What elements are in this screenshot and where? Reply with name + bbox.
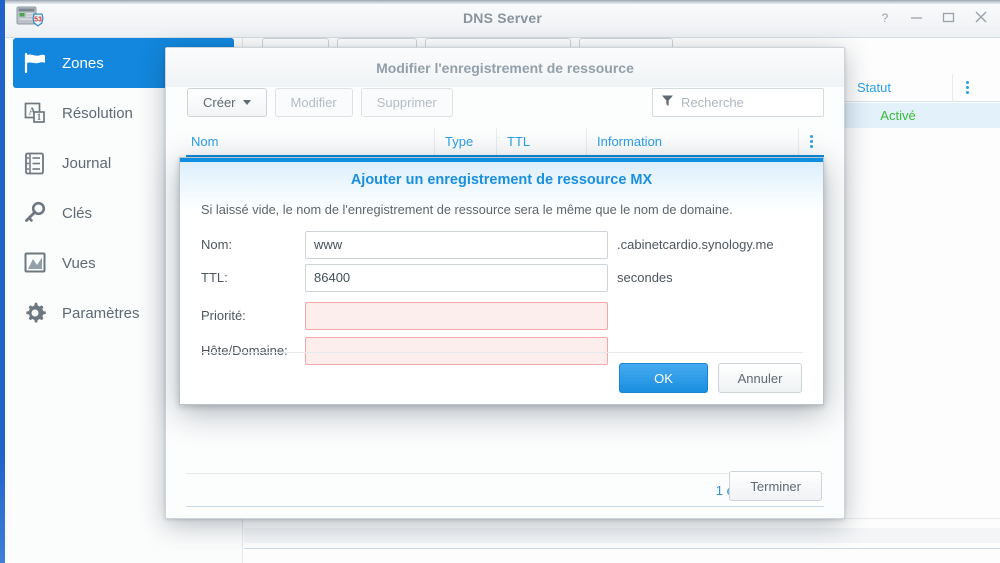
- ttl-label: TTL:: [180, 270, 305, 285]
- nom-label: Nom:: [180, 237, 305, 252]
- ajouter-mx-dialog: Ajouter un enregistrement de ressource M…: [179, 157, 824, 405]
- hote-domaine-field[interactable]: [305, 337, 608, 365]
- records-table-header: Nom Type TTL Information: [186, 128, 824, 156]
- record-toolbar: Créer Modifier Supprimer: [187, 88, 453, 117]
- nom-field[interactable]: [305, 231, 608, 259]
- mid-divider-1: [186, 473, 824, 474]
- priorite-label: Priorité:: [180, 308, 305, 323]
- key-icon: [22, 200, 48, 226]
- bg-filler-strip: [244, 528, 1000, 543]
- mid-divider-2: [186, 506, 824, 507]
- supprimer-button[interactable]: Supprimer: [361, 88, 453, 117]
- chevron-down-icon: [243, 100, 251, 105]
- form-row-priorite: Priorité:: [180, 299, 823, 332]
- flag-icon: [22, 50, 48, 76]
- search-placeholder: Recherche: [681, 95, 744, 110]
- kebab-menu-icon[interactable]: [798, 128, 824, 155]
- window-title: DNS Server: [5, 10, 1000, 26]
- sidebar-item-label: Résolution: [62, 105, 133, 122]
- window-titlebar: 53 DNS Server ?: [5, 0, 1000, 38]
- minimize-button[interactable]: [909, 9, 924, 25]
- search-input[interactable]: Recherche: [652, 88, 824, 117]
- creer-label: Créer: [203, 95, 236, 110]
- sidebar-item-label: Journal: [62, 155, 111, 172]
- cancel-button[interactable]: Annuler: [718, 363, 802, 393]
- column-header-information[interactable]: Information: [586, 128, 798, 155]
- mx-footer-divider: [200, 352, 803, 353]
- views-icon: [22, 250, 48, 276]
- help-button[interactable]: ?: [877, 9, 892, 25]
- svg-text:1: 1: [36, 112, 41, 122]
- gear-icon: [22, 300, 48, 326]
- sidebar-item-label: Paramètres: [62, 305, 140, 322]
- column-header-statut[interactable]: Statut: [844, 74, 952, 102]
- status-badge: Activé: [844, 103, 952, 128]
- journal-icon: [22, 150, 48, 176]
- column-header-ttl[interactable]: TTL: [496, 128, 586, 155]
- screen-root: 53 DNS Server ?: [0, 0, 1000, 563]
- bg-divider-2: [244, 548, 1000, 549]
- maximize-button[interactable]: [941, 9, 956, 25]
- svg-text:?: ?: [881, 11, 888, 24]
- priorite-field[interactable]: [305, 302, 608, 330]
- window-controls: ?: [877, 9, 988, 25]
- sidebar-item-label: Vues: [62, 255, 96, 272]
- modifier-button[interactable]: Modifier: [275, 88, 353, 117]
- resolution-icon: A 1: [22, 100, 48, 126]
- desktop-accent-stripe: [0, 0, 5, 563]
- ttl-field[interactable]: [305, 264, 608, 292]
- column-header-type[interactable]: Type: [434, 128, 496, 155]
- filter-icon: [661, 94, 674, 112]
- titlebar-top-edge: [5, 0, 1000, 4]
- sidebar-item-label: Clés: [62, 205, 92, 222]
- ttl-suffix: secondes: [617, 270, 673, 285]
- hote-domaine-label: Hôte/Domaine:: [180, 343, 305, 358]
- creer-button[interactable]: Créer: [187, 88, 267, 117]
- mx-dialog-title: Ajouter un enregistrement de ressource M…: [180, 172, 823, 188]
- form-row-nom: Nom: .cabinetcardio.synology.me: [180, 228, 823, 261]
- terminer-button[interactable]: Terminer: [729, 471, 822, 501]
- sidebar-item-label: Zones: [62, 55, 104, 72]
- form-row-ttl: TTL: secondes: [180, 261, 823, 294]
- close-button[interactable]: [973, 9, 988, 25]
- mx-dialog-description: Si laissé vide, le nom de l'enregistreme…: [201, 202, 733, 217]
- mx-form: Nom: .cabinetcardio.synology.me TTL: sec…: [180, 228, 823, 367]
- ok-button[interactable]: OK: [619, 363, 708, 393]
- kebab-menu-icon[interactable]: [952, 74, 982, 102]
- mx-dialog-buttons: OK Annuler: [619, 363, 802, 393]
- dialog-title: Modifier l'enregistrement de ressource: [166, 48, 844, 87]
- column-header-nom[interactable]: Nom: [186, 128, 434, 155]
- nom-suffix: .cabinetcardio.synology.me: [617, 237, 774, 252]
